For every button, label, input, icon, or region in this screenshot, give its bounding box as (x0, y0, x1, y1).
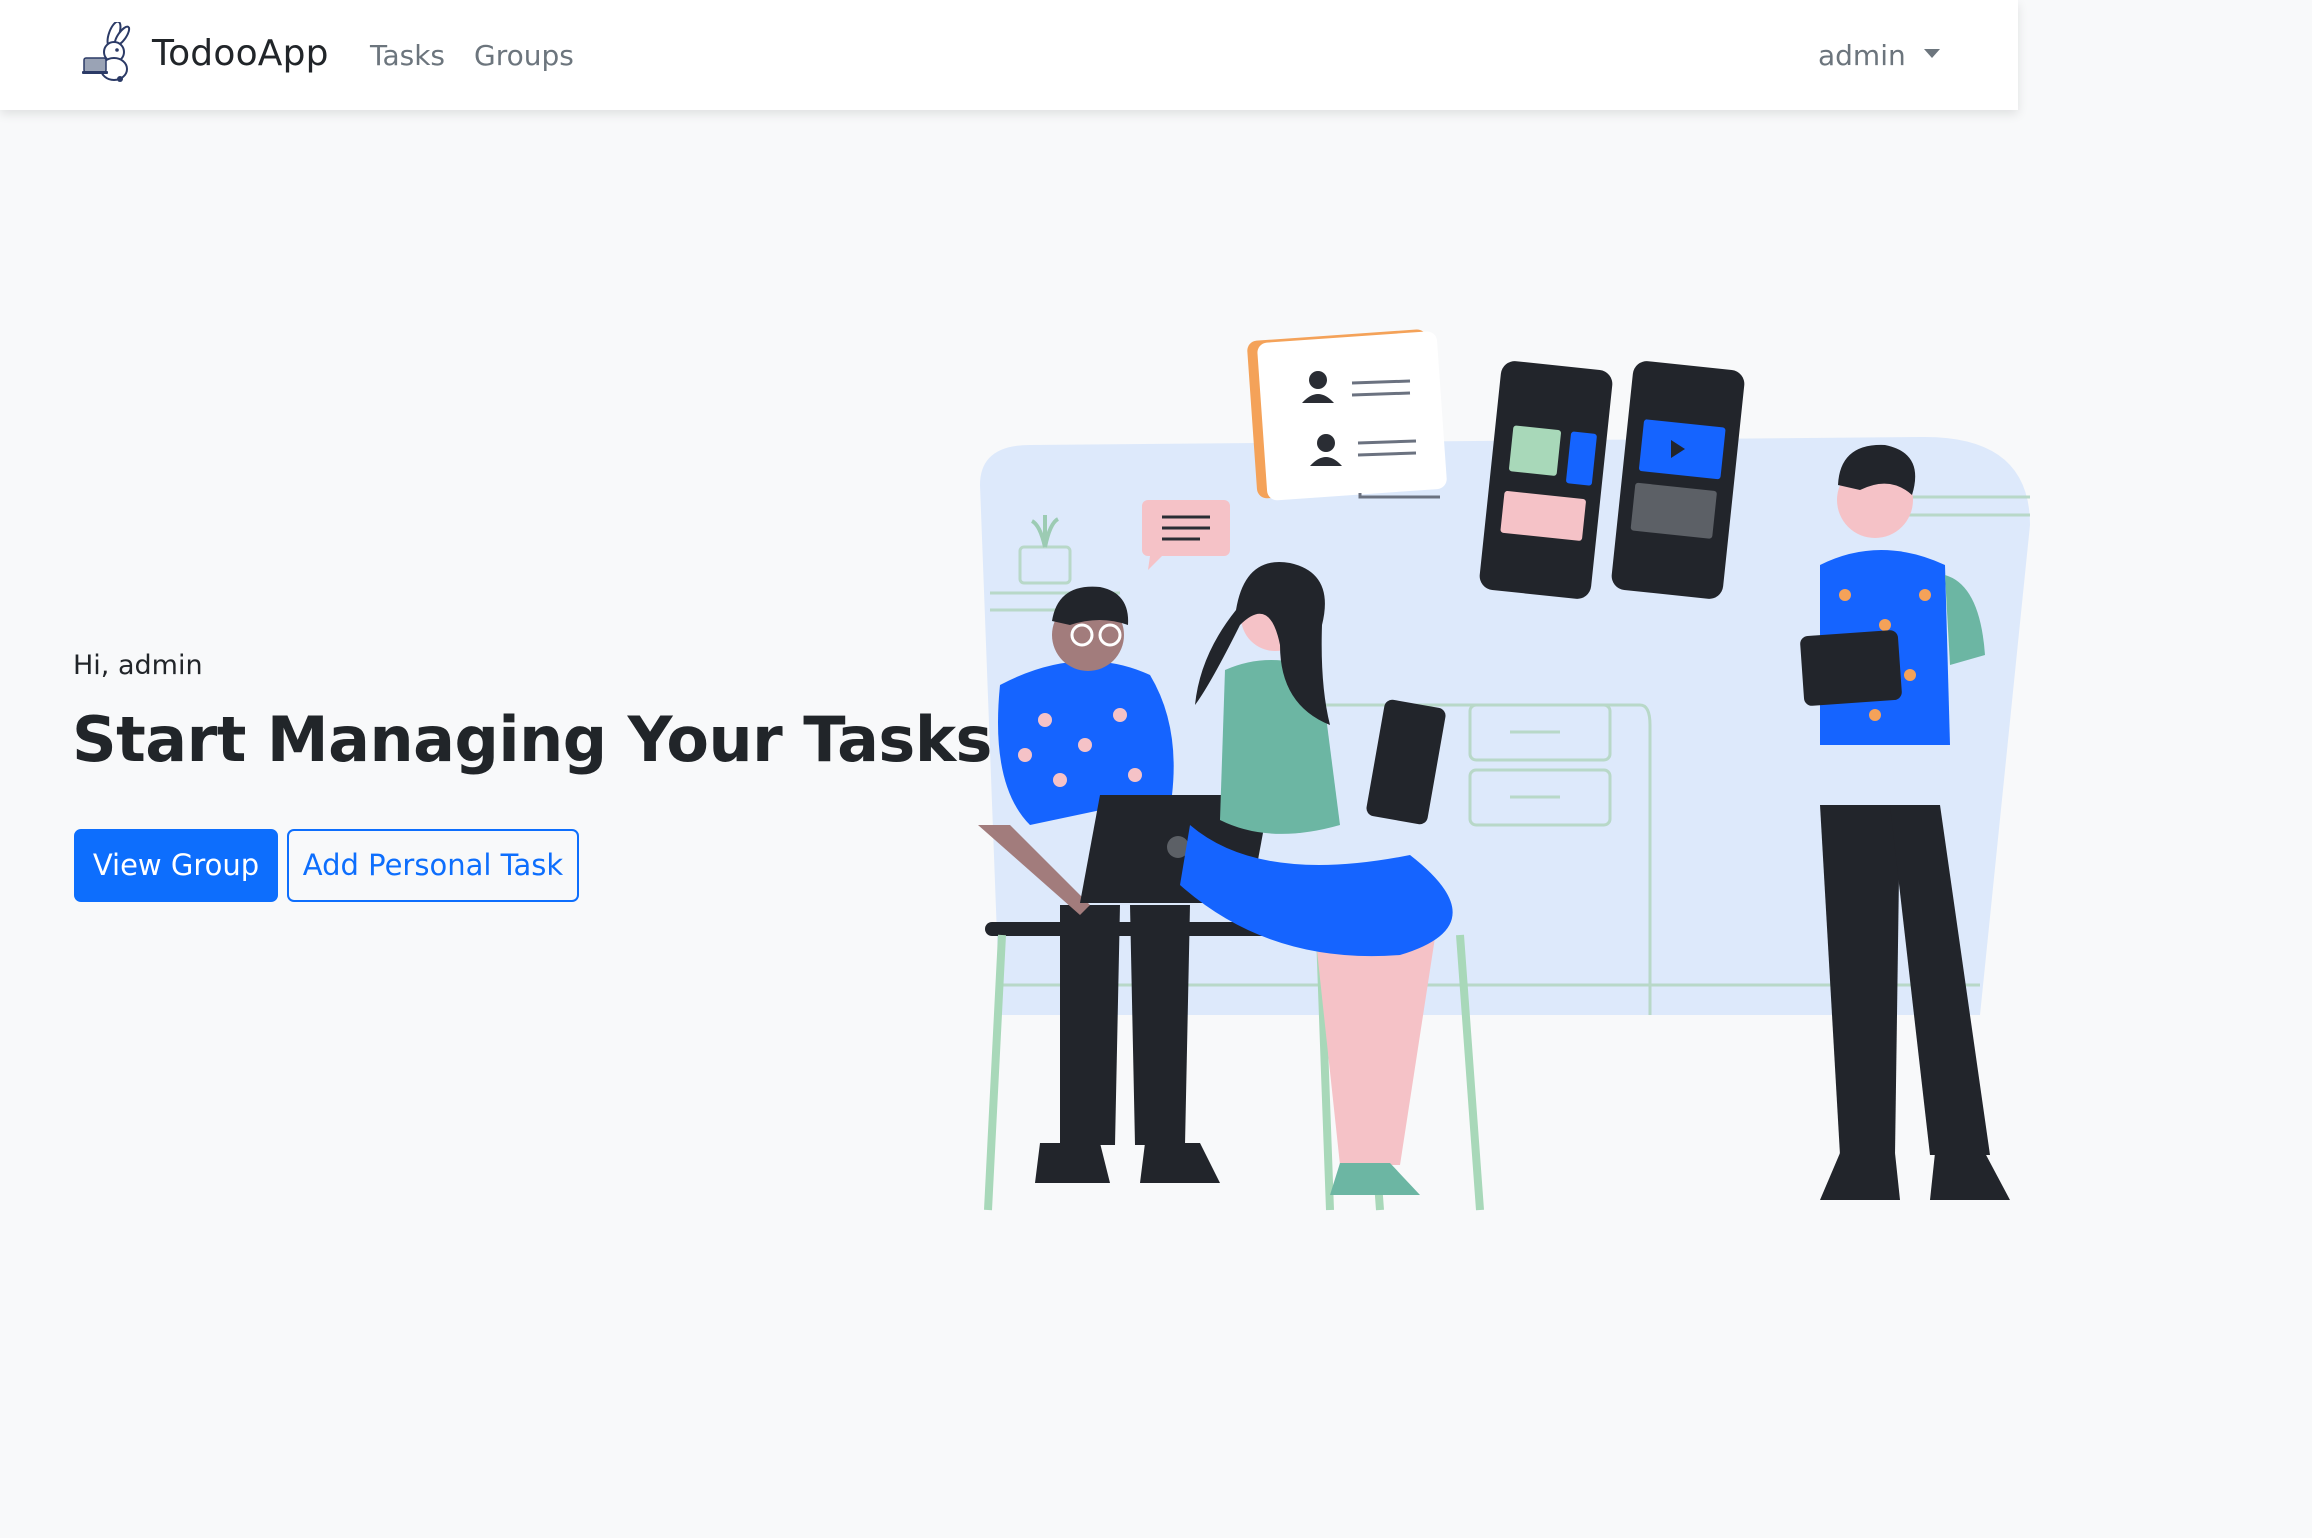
contact-card (1247, 329, 1447, 501)
add-personal-task-button[interactable]: Add Personal Task (287, 829, 579, 902)
user-menu-label: admin (1818, 39, 1906, 72)
team-collaboration-illustration (978, 329, 2030, 1211)
nav-link-tasks[interactable]: Tasks (370, 36, 445, 76)
brand-name[interactable]: TodooApp (152, 28, 329, 80)
rabbit-logo-icon[interactable] (80, 22, 140, 84)
user-menu-dropdown[interactable]: admin (1818, 36, 1940, 76)
hero-headline: Start Managing Your Tasks (72, 703, 992, 776)
caret-down-icon (1923, 48, 1940, 58)
top-navbar: TodooApp Tasks Groups admin (0, 0, 2018, 110)
nav-link-groups[interactable]: Groups (474, 36, 574, 76)
greeting-text: Hi, admin (73, 650, 203, 681)
view-group-button[interactable]: View Group (74, 829, 278, 902)
